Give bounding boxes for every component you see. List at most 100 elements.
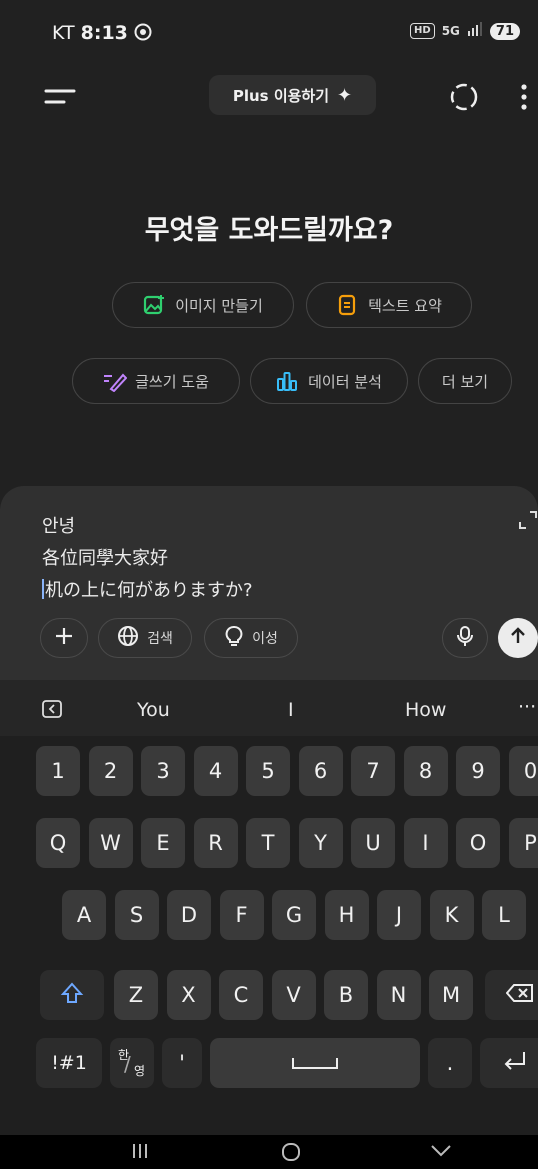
key-b[interactable]: B: [324, 970, 368, 1020]
backspace-key[interactable]: [485, 970, 538, 1020]
back-icon[interactable]: [430, 1143, 452, 1163]
menu-icon[interactable]: [44, 82, 80, 112]
network-type: 5G: [441, 24, 460, 38]
key-c[interactable]: C: [219, 970, 263, 1020]
home-icon[interactable]: [280, 1141, 302, 1167]
enter-key[interactable]: [480, 1038, 538, 1088]
expand-icon[interactable]: [518, 510, 538, 530]
key-i[interactable]: I: [403, 818, 448, 868]
chip-summarize-text[interactable]: 텍스트 요약: [306, 282, 472, 328]
search-button[interactable]: 검색: [98, 618, 192, 658]
backspace-icon: [505, 983, 534, 1008]
key-p[interactable]: P: [508, 818, 538, 868]
key-n[interactable]: N: [376, 970, 421, 1020]
chip-more[interactable]: 더 보기: [418, 358, 512, 404]
language-switch-key[interactable]: 한 / 영: [110, 1038, 154, 1088]
key-y[interactable]: Y: [298, 818, 343, 868]
key-1[interactable]: 1: [36, 746, 80, 796]
key-l[interactable]: L: [482, 890, 526, 940]
symbols-key[interactable]: !#1: [36, 1038, 102, 1088]
hd-voice-icon: HD: [410, 23, 435, 39]
chip-label: 이미지 만들기: [175, 296, 263, 315]
plus-icon: [54, 626, 74, 650]
key-w[interactable]: W: [88, 818, 133, 868]
key-e[interactable]: E: [141, 818, 185, 868]
lang-bottom: 영: [134, 1064, 146, 1078]
send-button[interactable]: [498, 618, 538, 658]
suggestion-1[interactable]: You: [137, 699, 170, 721]
status-bar: KT 8:13 HD 5G 71: [0, 0, 538, 66]
chip-writing-help[interactable]: 글쓰기 도움: [72, 358, 240, 404]
chip-label: 더 보기: [441, 372, 489, 391]
add-attachment-button[interactable]: [40, 618, 88, 658]
key-s[interactable]: S: [114, 890, 159, 940]
more-options-icon[interactable]: [514, 80, 534, 114]
enter-icon: [502, 1050, 528, 1077]
key-a[interactable]: A: [62, 890, 106, 940]
more-suggestions-icon[interactable]: ···: [518, 696, 536, 718]
composer-line-2[interactable]: 各位同學大家好: [42, 544, 168, 570]
reason-button[interactable]: 이성: [204, 618, 298, 658]
key-j[interactable]: J: [377, 890, 421, 940]
space-icon: [291, 1051, 339, 1075]
system-nav-bar: [0, 1135, 538, 1169]
key-8[interactable]: 8: [403, 746, 448, 796]
battery-icon: 71: [489, 22, 520, 40]
period-key[interactable]: .: [428, 1038, 472, 1088]
key-5[interactable]: 5: [246, 746, 290, 796]
key-o[interactable]: O: [456, 818, 500, 868]
composer-line-1[interactable]: 안녕: [42, 512, 75, 538]
lang-slash-icon: /: [124, 1052, 131, 1076]
key-7[interactable]: 7: [351, 746, 395, 796]
key-m[interactable]: M: [429, 970, 473, 1020]
key-2[interactable]: 2: [88, 746, 133, 796]
reason-label: 이성: [252, 631, 278, 647]
upgrade-plus-button[interactable]: Plus 이용하기 ✦: [209, 75, 376, 115]
key-u[interactable]: U: [351, 818, 395, 868]
recent-apps-icon[interactable]: [130, 1141, 150, 1165]
apostrophe-key[interactable]: ': [162, 1038, 202, 1088]
composer-line-3-text: 机の上に何がありますか?: [45, 580, 253, 601]
arrow-up-icon: [508, 626, 528, 650]
status-time: 8:13: [80, 22, 128, 44]
page-title: 무엇을 도와드릴까요?: [144, 215, 394, 246]
temporary-chat-icon[interactable]: [447, 80, 481, 114]
chip-create-image[interactable]: 이미지 만들기: [112, 282, 294, 328]
keyboard-toolbar-toggle-icon[interactable]: [42, 700, 62, 723]
key-q[interactable]: Q: [36, 818, 80, 868]
key-r[interactable]: R: [193, 818, 238, 868]
key-g[interactable]: G: [272, 890, 316, 940]
space-key[interactable]: [210, 1038, 420, 1088]
key-f[interactable]: F: [219, 890, 264, 940]
chip-label: 글쓰기 도움: [135, 372, 209, 391]
shift-icon: [60, 981, 84, 1010]
key-z[interactable]: Z: [114, 970, 158, 1020]
composer-line-3[interactable]: 机の上に何がありますか?: [42, 576, 253, 602]
text-cursor: [42, 579, 44, 599]
chip-label: 텍스트 요약: [368, 296, 442, 315]
chip-label: 데이터 분석: [308, 372, 382, 391]
key-4[interactable]: 4: [193, 746, 238, 796]
microphone-icon: [455, 625, 475, 651]
key-6[interactable]: 6: [298, 746, 343, 796]
key-x[interactable]: X: [166, 970, 211, 1020]
assistant-status-icon: [134, 22, 152, 44]
sparkle-icon: ✦: [337, 84, 353, 106]
key-k[interactable]: K: [429, 890, 474, 940]
key-t[interactable]: T: [246, 818, 290, 868]
lightbulb-icon: [224, 625, 244, 651]
key-9[interactable]: 9: [456, 746, 500, 796]
key-0[interactable]: 0: [508, 746, 538, 796]
voice-input-button[interactable]: [442, 618, 488, 658]
pen-icon: [103, 370, 128, 393]
key-v[interactable]: V: [271, 970, 316, 1020]
bar-chart-icon: [276, 370, 298, 392]
key-d[interactable]: D: [167, 890, 211, 940]
suggestion-2[interactable]: I: [288, 699, 294, 721]
key-3[interactable]: 3: [141, 746, 185, 796]
suggestion-3[interactable]: How: [405, 699, 446, 721]
key-h[interactable]: H: [324, 890, 369, 940]
shift-key[interactable]: [40, 970, 104, 1020]
chip-data-analysis[interactable]: 데이터 분석: [250, 358, 408, 404]
document-icon: [336, 294, 358, 316]
